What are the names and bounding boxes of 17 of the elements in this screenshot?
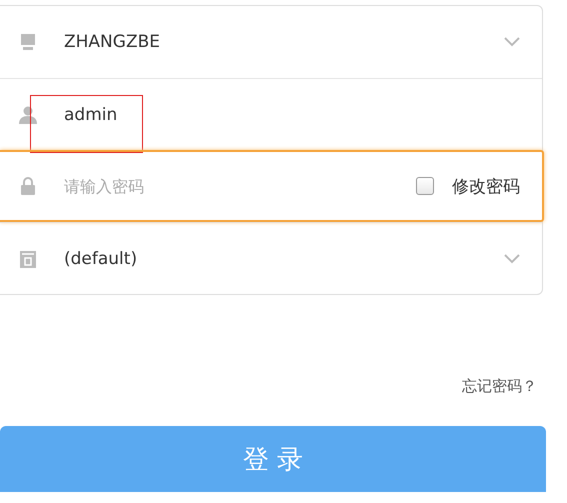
password-placeholder[interactable]: 请输入密码	[64, 170, 416, 202]
input-field[interactable]: admin	[0, 78, 542, 150]
field-value: admin	[64, 104, 118, 126]
user-icon	[18, 104, 38, 124]
field-value: (default)	[64, 248, 138, 270]
lock-icon	[18, 176, 38, 196]
chevron-down-icon	[504, 254, 520, 264]
chevron-down-icon	[504, 37, 520, 47]
database-icon	[18, 248, 38, 268]
input-field[interactable]: 请输入密码 修改密码	[0, 150, 544, 222]
checkbox[interactable]	[416, 177, 434, 195]
computer-icon	[18, 32, 38, 52]
forgot-password-link[interactable]: 忘记密码？	[462, 377, 537, 396]
field-value: ZHANGZBE	[64, 31, 161, 54]
dropdown-field[interactable]: (default)	[0, 222, 542, 294]
checkbox-label[interactable]: 修改密码	[452, 174, 520, 198]
dropdown-field[interactable]: ZHANGZBE	[0, 6, 542, 78]
